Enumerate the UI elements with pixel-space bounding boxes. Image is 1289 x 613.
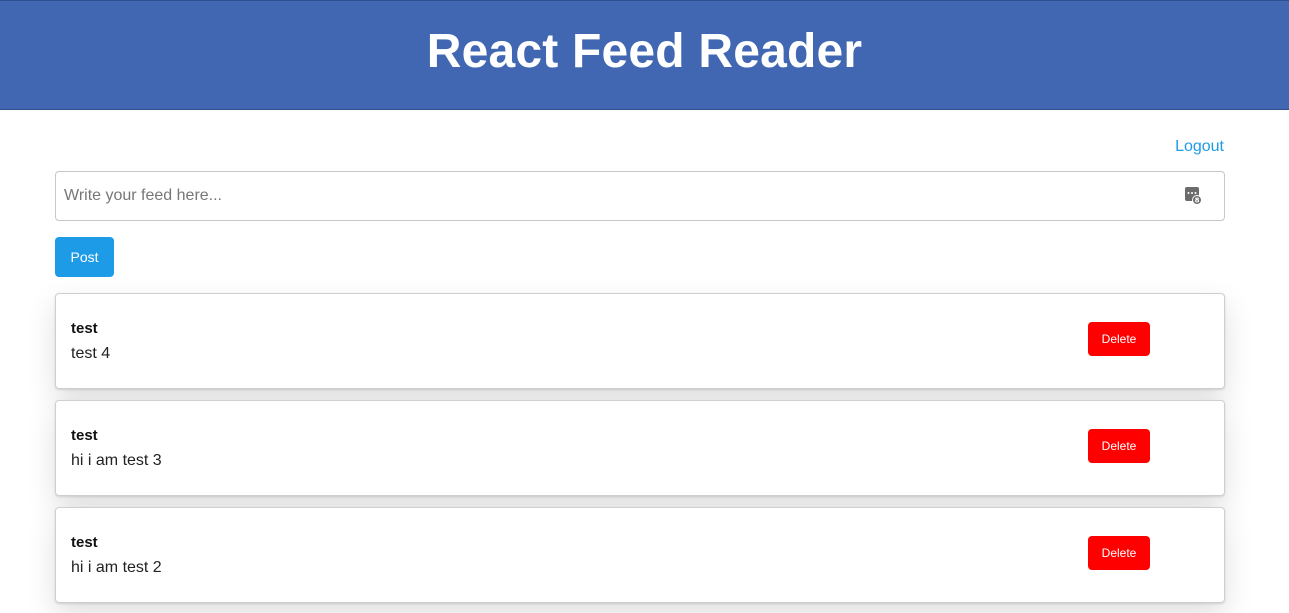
delete-button[interactable]: Delete: [1088, 429, 1150, 463]
feed-item-author: test: [71, 534, 98, 551]
feed-composer: 8: [55, 171, 1225, 221]
feed-item: test hi i am test 2 Delete: [55, 507, 1225, 603]
svg-text:8: 8: [1195, 197, 1200, 205]
feed-item-author: test: [71, 320, 98, 337]
feed-item: test hi i am test 3 Delete: [55, 400, 1225, 496]
app-title: React Feed Reader: [426, 24, 863, 78]
app-header: React Feed Reader: [0, 0, 1289, 110]
post-button[interactable]: Post: [55, 237, 114, 277]
feed-item: test test 4 Delete: [55, 293, 1225, 389]
feed-item-text: test 4: [71, 345, 111, 362]
feed-item-text: hi i am test 2: [71, 559, 162, 576]
delete-button[interactable]: Delete: [1088, 536, 1150, 570]
feed-item-author: test: [71, 427, 98, 444]
logout-link[interactable]: Logout: [1175, 138, 1224, 156]
password-manager-icon[interactable]: 8: [1185, 187, 1202, 205]
feed-input[interactable]: [56, 172, 1164, 220]
delete-button[interactable]: Delete: [1088, 322, 1150, 356]
feed-item-text: hi i am test 3: [71, 452, 162, 469]
